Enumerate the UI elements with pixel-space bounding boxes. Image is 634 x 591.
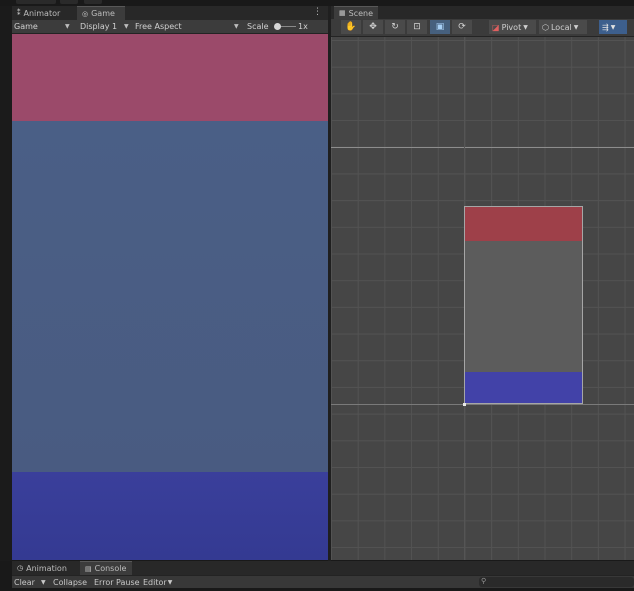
game-band-middle	[12, 121, 328, 472]
tab-console[interactable]: ▤ Console	[80, 561, 132, 575]
pivot-label: Pivot	[501, 22, 522, 32]
scale-icon[interactable]: ⊡	[407, 20, 427, 34]
chevron-down-icon: ▼	[65, 23, 70, 30]
error-pause-label: Error Pause	[94, 578, 140, 587]
hand-icon[interactable]: ✋	[341, 20, 361, 34]
animator-icon: ⁑	[17, 9, 21, 17]
scene-axis-line	[331, 147, 634, 148]
rect-tool-icon[interactable]: ▣	[430, 20, 450, 34]
canvas-band-bottom	[465, 372, 582, 403]
tab-label: Animation	[26, 563, 67, 573]
editor-label: Editor	[143, 578, 167, 587]
display-mode-value: Game	[14, 22, 38, 31]
chevron-down-icon: ▼	[573, 23, 579, 31]
aspect-value: Free Aspect	[135, 22, 182, 31]
tab-label: Scene	[348, 8, 374, 18]
scene-axis-line	[331, 404, 634, 405]
tab-scene[interactable]: ▦ Scene	[334, 6, 378, 19]
more-options-icon[interactable]: ⋮	[313, 7, 322, 17]
tab-animator[interactable]: ⁑ Animator	[12, 6, 77, 20]
game-band-bottom	[12, 472, 328, 560]
game-panel-tabbar: ⁑ Animator ◎ Game ⋮	[12, 6, 328, 20]
console-toolbar: Clear ▼ Collapse Error Pause Editor ▼ ⚲	[12, 575, 634, 589]
scene-grid-icon: ▦	[339, 9, 346, 17]
aspect-dropdown[interactable]: Free Aspect	[135, 20, 182, 33]
toolbar-stub	[60, 0, 78, 4]
canvas-band-top	[465, 207, 582, 241]
search-icon: ⚲	[481, 577, 487, 585]
chevron-down-icon: ▼	[167, 579, 173, 586]
scene-view[interactable]	[331, 37, 634, 560]
tab-game[interactable]: ◎ Game	[77, 6, 125, 20]
left-edge	[0, 6, 12, 561]
game-band-top	[12, 34, 328, 121]
pivot-icon: ◪	[492, 22, 500, 32]
animation-icon: ◷	[17, 564, 24, 572]
scale-value-text: 1x	[298, 22, 308, 31]
snap-icon: ⇶	[602, 22, 609, 32]
ui-canvas-rect[interactable]	[464, 206, 583, 404]
space-dropdown[interactable]: ⬡ Local ▼	[539, 20, 587, 34]
console-search-input[interactable]: ⚲	[479, 577, 634, 587]
collapse-label: Collapse	[53, 578, 87, 587]
scene-toolbar: ✋ ✥ ↻ ⊡ ▣ ⟳ ◪ Pivot ▼ ⬡ Local ▼ ⇶ ▼	[331, 19, 634, 37]
snap-settings-dropdown[interactable]: ⇶ ▼	[599, 20, 627, 34]
transform-icon[interactable]: ⟳	[452, 20, 472, 34]
chevron-down-icon: ▼	[523, 23, 528, 31]
tab-label: Animator	[23, 8, 61, 18]
space-label: Local	[550, 22, 572, 32]
chevron-down-icon: ▼	[610, 23, 616, 31]
tab-label: Console	[94, 564, 127, 573]
game-toolbar: Game ▼ Display 1 ▼ Free Aspect ▼ Scale 1…	[12, 20, 328, 34]
tab-label: Game	[91, 9, 115, 18]
move-icon[interactable]: ✥	[363, 20, 383, 34]
console-icon: ▤	[85, 564, 92, 573]
pivot-dropdown[interactable]: ◪ Pivot ▼	[489, 20, 536, 34]
gamepad-icon: ◎	[82, 9, 89, 18]
scale-label: Scale	[247, 20, 269, 33]
display-mode-dropdown[interactable]: Game	[14, 20, 38, 33]
scene-panel-tabbar: ▦ Scene	[331, 6, 634, 19]
chevron-down-icon: ▼	[124, 23, 129, 30]
cube-icon: ⬡	[542, 22, 549, 32]
game-view[interactable]	[12, 34, 328, 560]
display-value: Display 1	[80, 22, 118, 31]
rect-handle[interactable]	[463, 403, 466, 406]
scale-value: 1x	[298, 20, 308, 33]
tab-animation[interactable]: ◷ Animation	[12, 561, 78, 575]
clear-label: Clear	[14, 578, 35, 587]
toolbar-stub	[84, 0, 102, 4]
scale-label-text: Scale	[247, 22, 269, 31]
chevron-down-icon: ▼	[234, 23, 239, 30]
toolbar-stub	[16, 0, 56, 4]
rotate-icon[interactable]: ↻	[385, 20, 405, 34]
scale-slider-knob[interactable]	[274, 23, 281, 30]
canvas-band-middle	[465, 241, 582, 372]
bottom-panel-tabbar: ◷ Animation ▤ Console	[12, 561, 634, 575]
display-dropdown[interactable]: Display 1	[80, 20, 117, 33]
